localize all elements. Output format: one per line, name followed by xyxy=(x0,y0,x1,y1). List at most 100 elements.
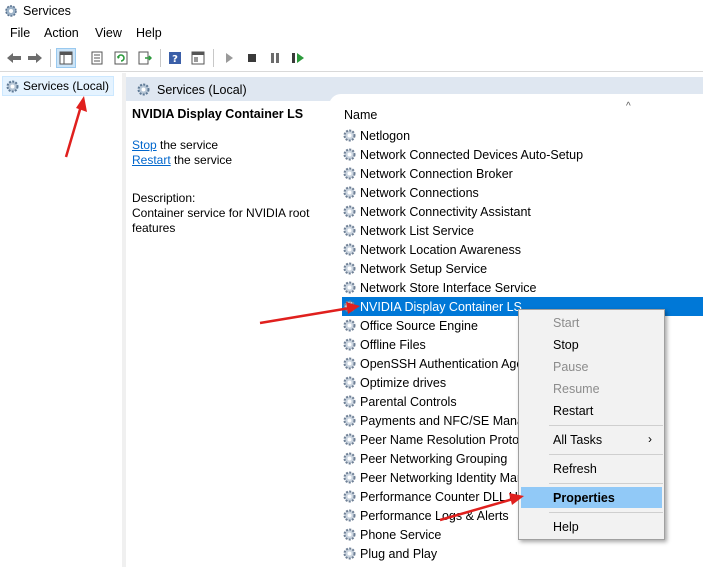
service-name: Peer Name Resolution Protocol xyxy=(360,432,536,447)
service-row[interactable]: Network Location Awareness xyxy=(342,240,703,259)
title-bar: Services xyxy=(0,0,703,24)
service-gear-icon xyxy=(343,357,356,370)
service-name: Parental Controls xyxy=(360,394,457,409)
service-gear-icon xyxy=(343,395,356,408)
menu-item-properties[interactable]: Properties xyxy=(521,487,662,508)
sort-ascending-icon: ^ xyxy=(626,101,631,112)
window-title: Services xyxy=(23,4,71,18)
description-label: Description: xyxy=(132,191,196,205)
service-gear-icon xyxy=(343,300,356,313)
menu-item-resume[interactable]: Resume xyxy=(521,378,662,399)
restart-service-link[interactable]: Restart xyxy=(132,153,171,167)
service-name: Network Connected Devices Auto-Setup xyxy=(360,147,584,162)
menu-item-help[interactable]: Help xyxy=(521,516,662,537)
toolbar-separator xyxy=(160,49,161,67)
tree-item-label: Services (Local) xyxy=(23,79,110,93)
forward-arrow-icon[interactable] xyxy=(25,48,45,68)
menu-view[interactable]: View xyxy=(95,26,122,40)
service-name: Network List Service xyxy=(360,223,474,238)
toolbar: ? xyxy=(0,45,703,72)
service-name: Office Source Engine xyxy=(360,318,478,333)
services-gear-icon xyxy=(5,5,17,17)
restart-service-icon[interactable] xyxy=(288,48,308,68)
menu-file[interactable]: File xyxy=(10,26,30,40)
service-name: Performance Logs & Alerts xyxy=(360,508,509,523)
tree-item-services-local[interactable]: Services (Local) xyxy=(2,76,115,96)
pause-service-icon[interactable] xyxy=(265,48,285,68)
toolbar-separator xyxy=(213,49,214,67)
help-icon[interactable]: ? xyxy=(165,48,185,68)
back-arrow-icon[interactable] xyxy=(4,48,24,68)
properties-icon[interactable] xyxy=(87,48,107,68)
service-name: NVIDIA Display Container LS xyxy=(360,299,522,314)
menu-item-all-tasks[interactable]: All Tasks › xyxy=(521,429,662,450)
service-gear-icon xyxy=(343,528,356,541)
description-text-line2: features xyxy=(132,221,176,235)
start-service-icon[interactable] xyxy=(219,48,239,68)
refresh-icon[interactable] xyxy=(111,48,131,68)
svg-text:?: ? xyxy=(172,54,178,65)
service-name: Optimize drives xyxy=(360,375,447,390)
service-row[interactable]: Network Setup Service xyxy=(342,259,703,278)
service-name: Network Location Awareness xyxy=(360,242,521,257)
service-name: Peer Networking Grouping xyxy=(360,451,508,466)
description-text-line1: Container service for NVIDIA root xyxy=(132,206,310,220)
service-gear-icon xyxy=(343,224,356,237)
service-gear-icon xyxy=(343,205,356,218)
service-title: NVIDIA Display Container LS xyxy=(132,107,304,121)
service-name: Network Setup Service xyxy=(360,261,488,276)
menu-bar: File Action View Help xyxy=(0,24,703,44)
service-gear-icon xyxy=(343,319,356,332)
menu-item-restart[interactable]: Restart xyxy=(521,400,662,421)
services-gear-icon xyxy=(137,83,150,96)
stop-link-suffix: the service xyxy=(156,138,219,152)
menu-separator xyxy=(549,425,663,426)
service-name: OpenSSH Authentication Agent xyxy=(360,356,534,371)
menu-item-stop[interactable]: Stop xyxy=(521,334,662,355)
service-row[interactable]: Network Connectivity Assistant xyxy=(342,202,703,221)
service-gear-icon xyxy=(343,281,356,294)
stop-service-icon[interactable] xyxy=(242,48,262,68)
service-gear-icon xyxy=(343,338,356,351)
service-name: Performance Counter DLL Host xyxy=(360,489,535,504)
service-row[interactable]: Plug and Play xyxy=(342,544,703,563)
service-name: Phone Service xyxy=(360,527,442,542)
service-gear-icon xyxy=(343,509,356,522)
service-name: Network Connectivity Assistant xyxy=(360,204,531,219)
service-gear-icon xyxy=(343,414,356,427)
menu-item-pause[interactable]: Pause xyxy=(521,356,662,377)
column-header-name[interactable]: Name xyxy=(344,108,377,122)
service-gear-icon xyxy=(343,547,356,560)
service-row[interactable]: Network List Service xyxy=(342,221,703,240)
service-row[interactable]: Network Connection Broker xyxy=(342,164,703,183)
service-name: Plug and Play xyxy=(360,546,438,561)
menu-item-start[interactable]: Start xyxy=(521,312,662,333)
menu-separator xyxy=(549,454,663,455)
service-gear-icon xyxy=(343,243,356,256)
menu-action[interactable]: Action xyxy=(44,26,79,40)
service-row[interactable]: Network Connected Devices Auto-Setup xyxy=(342,145,703,164)
menu-separator xyxy=(549,483,663,484)
menu-separator xyxy=(549,512,663,513)
service-gear-icon xyxy=(343,129,356,142)
service-gear-icon xyxy=(343,262,356,275)
menu-item-all-tasks-label: All Tasks xyxy=(553,432,603,447)
main-header-title: Services (Local) xyxy=(157,82,247,97)
service-name: Network Store Interface Service xyxy=(360,280,537,295)
menu-help[interactable]: Help xyxy=(136,26,162,40)
service-row[interactable]: Netlogon xyxy=(342,126,703,145)
service-details: NVIDIA Display Container LS Stop the ser… xyxy=(132,107,327,236)
service-name: Offline Files xyxy=(360,337,426,352)
service-gear-icon xyxy=(343,433,356,446)
show-hide-icon[interactable] xyxy=(188,48,208,68)
menu-item-refresh[interactable]: Refresh xyxy=(521,458,662,479)
stop-service-link[interactable]: Stop xyxy=(132,138,157,152)
export-list-icon[interactable] xyxy=(135,48,155,68)
console-tree-icon[interactable] xyxy=(56,48,76,68)
service-gear-icon xyxy=(343,376,356,389)
context-menu: Start Stop Pause Resume Restart All Task… xyxy=(518,309,665,540)
service-name: Payments and NFC/SE Manager xyxy=(360,413,543,428)
services-gear-icon xyxy=(6,80,19,92)
service-row[interactable]: Network Connections xyxy=(342,183,703,202)
service-row[interactable]: Network Store Interface Service xyxy=(342,278,703,297)
